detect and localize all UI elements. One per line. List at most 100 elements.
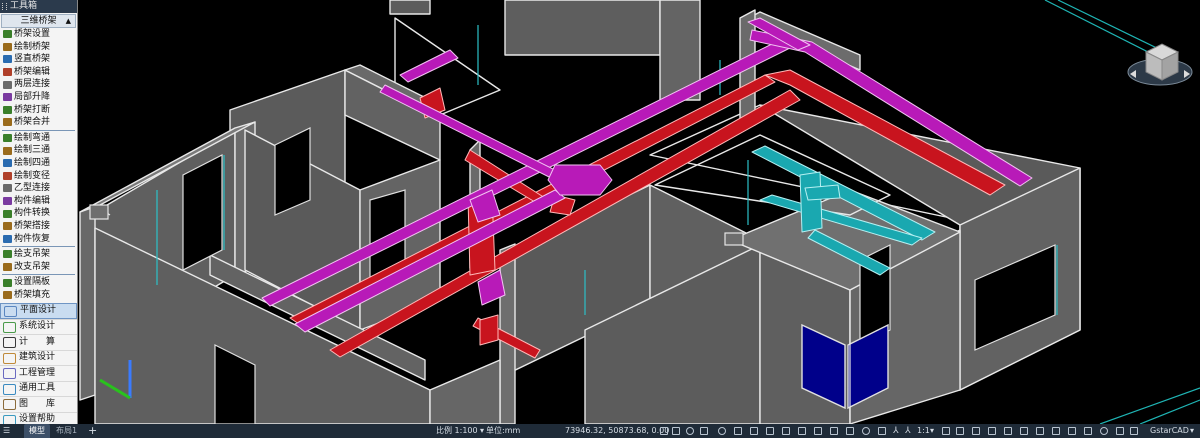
- toolbox-title-bar[interactable]: 工具箱: [0, 0, 77, 13]
- ortho-icon[interactable]: [686, 427, 694, 435]
- toolbox-item[interactable]: 桥架搭接: [0, 220, 77, 233]
- tool-icon: [3, 262, 12, 271]
- toolbox-item[interactable]: 乙型连接: [0, 182, 77, 195]
- toolbox-item[interactable]: 桥架填充: [0, 289, 77, 302]
- tool-icon: [3, 55, 12, 64]
- toolbox-item[interactable]: 绘制桥架: [0, 41, 77, 54]
- cad-3d-viewport[interactable]: [0, 0, 1200, 424]
- toolbox-item[interactable]: 局部升降: [0, 91, 77, 104]
- toolbox-item-label: 构件编辑: [14, 195, 51, 206]
- dyn-input-icon[interactable]: [750, 427, 758, 435]
- otrack-icon[interactable]: [734, 427, 742, 435]
- fullscreen-icon[interactable]: [1004, 427, 1012, 435]
- toolbox-item[interactable]: 构件转换: [0, 207, 77, 220]
- settings-icon[interactable]: [1116, 427, 1124, 435]
- chevron-down-icon[interactable]: ▾: [480, 424, 484, 438]
- chevron-down-icon[interactable]: ▾: [930, 424, 934, 438]
- tool-icon: [3, 42, 12, 51]
- annotation-monitor-icon[interactable]: [830, 427, 838, 435]
- toolbox-item[interactable]: 桥架编辑: [0, 66, 77, 79]
- polar-icon[interactable]: [700, 427, 708, 435]
- category-item[interactable]: 建筑设计: [0, 349, 77, 366]
- isolate-icon[interactable]: [862, 427, 870, 435]
- drag-grip-icon[interactable]: [2, 3, 7, 10]
- annotation-visibility-icon[interactable]: ⅄: [893, 424, 899, 438]
- toolbox-item-label: 乙型连接: [14, 183, 51, 194]
- add-layout-tab-button[interactable]: +: [88, 424, 97, 438]
- snap-icon[interactable]: [672, 427, 680, 435]
- category-item[interactable]: 通用工具: [0, 380, 77, 397]
- layer-icon[interactable]: [1052, 427, 1060, 435]
- tool-icon: [3, 184, 12, 193]
- category-item[interactable]: 系统设计: [0, 318, 77, 335]
- lineweight-icon[interactable]: [766, 427, 774, 435]
- 3d-osnap-icon[interactable]: [814, 427, 822, 435]
- toolbox-item[interactable]: 构件编辑: [0, 195, 77, 208]
- category-item[interactable]: 图 库: [0, 396, 77, 412]
- tool-icon: [3, 291, 12, 300]
- view-cube[interactable]: [1124, 34, 1196, 90]
- chevron-down-icon[interactable]: ▾: [1190, 424, 1194, 438]
- palette-icon[interactable]: [1084, 427, 1092, 435]
- menu-icon[interactable]: ☰: [3, 424, 10, 438]
- category-label: 通用工具: [19, 383, 56, 394]
- toolbox-item[interactable]: 设置隔板: [0, 276, 77, 289]
- collapse-caret-icon[interactable]: ▲: [66, 15, 71, 27]
- toolbox-item[interactable]: 桥架打断: [0, 104, 77, 117]
- osnap-icon[interactable]: [718, 427, 726, 435]
- tool-icon: [3, 197, 12, 206]
- help-icon[interactable]: [1100, 427, 1108, 435]
- toolbox-item-label: 绘制桥架: [14, 41, 51, 52]
- category-item[interactable]: 平面设计: [0, 303, 77, 319]
- category-icon: [3, 352, 16, 364]
- separator: [2, 246, 75, 248]
- clean-screen-icon[interactable]: [972, 427, 980, 435]
- workspace-gear-icon[interactable]: [942, 427, 950, 435]
- unit-indicator[interactable]: 单位:mm: [486, 424, 520, 438]
- layout-icon[interactable]: [1020, 427, 1028, 435]
- grid-icon[interactable]: [660, 427, 668, 435]
- toolbox-item[interactable]: 绘制三通: [0, 144, 77, 157]
- dynamic-ucs-icon[interactable]: [846, 427, 854, 435]
- toolbox-item[interactable]: 两层连接: [0, 78, 77, 91]
- toolbox-item[interactable]: 竖直桥架: [0, 53, 77, 66]
- section-header-3d-tray[interactable]: 三维桥架 ▲: [1, 14, 76, 28]
- toolbox-item[interactable]: 绘支吊架: [0, 248, 77, 261]
- gear-icon[interactable]: [1068, 427, 1076, 435]
- toolbox-item-label: 绘制弯通: [14, 132, 51, 143]
- category-label: 建筑设计: [19, 352, 56, 363]
- scale-indicator[interactable]: 比例 1:100: [436, 424, 478, 438]
- tool-icon: [3, 105, 12, 114]
- toolbox-item[interactable]: 绘制弯通: [0, 132, 77, 145]
- category-label: 计 算: [19, 336, 56, 347]
- tool-icon: [3, 278, 12, 287]
- properties-icon[interactable]: [1036, 427, 1044, 435]
- tab-layout1[interactable]: 布局1: [56, 424, 77, 438]
- toolbox-item[interactable]: 绘制四通: [0, 157, 77, 170]
- toolbox-title: 工具箱: [10, 1, 38, 11]
- toolbox-item-label: 局部升降: [14, 91, 51, 102]
- toolbox-item[interactable]: 绘制变径: [0, 170, 77, 183]
- toolbox-item[interactable]: 构件恢复: [0, 233, 77, 246]
- transparency-icon[interactable]: [782, 427, 790, 435]
- customization-icon[interactable]: [988, 427, 996, 435]
- toolbox-item[interactable]: 改支吊架: [0, 261, 77, 274]
- annotation-scale[interactable]: 1:1: [917, 424, 930, 438]
- toolbox-item-label: 设置隔板: [14, 277, 51, 288]
- menu-grid-icon[interactable]: [1130, 427, 1138, 435]
- auto-scale-icon[interactable]: ⅄: [905, 424, 911, 438]
- category-item[interactable]: 工程管理: [0, 365, 77, 381]
- selection-cycle-icon[interactable]: [798, 427, 806, 435]
- tab-model[interactable]: 模型: [24, 424, 50, 438]
- toolbox-item-label: 竖直桥架: [14, 54, 51, 65]
- toolbox-item-label: 改支吊架: [14, 261, 51, 272]
- toolbox-item-label: 构件恢复: [14, 233, 51, 244]
- category-icon: [3, 321, 16, 333]
- tool-icon: [3, 93, 12, 102]
- toolbox-item[interactable]: 桥架设置: [0, 28, 77, 41]
- hardware-acceleration-icon[interactable]: [878, 427, 886, 435]
- lock-ui-icon[interactable]: [956, 427, 964, 435]
- toolbox-item[interactable]: 桥架合并: [0, 116, 77, 129]
- category-icon: [3, 337, 16, 349]
- category-item[interactable]: 计 算: [0, 334, 77, 350]
